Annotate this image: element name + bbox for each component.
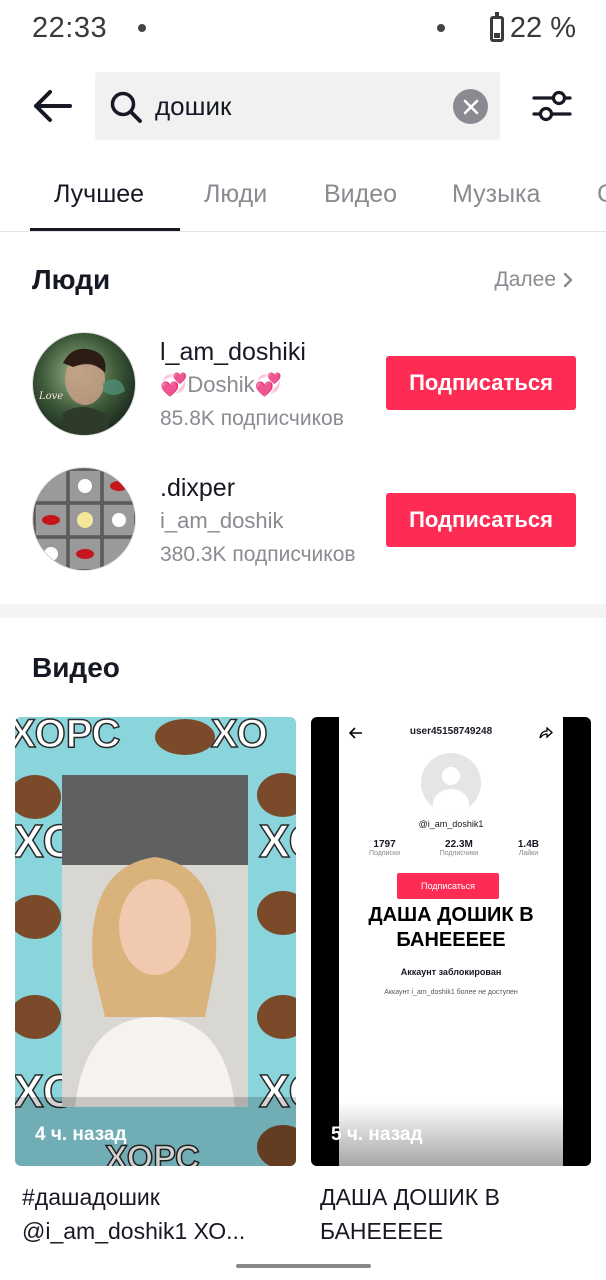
back-button[interactable]: [30, 84, 74, 128]
status-bar: 22:33 22 %: [0, 0, 606, 60]
clear-search-button[interactable]: [453, 89, 488, 124]
video-card[interactable]: user45158749248 @i_am_doshik1 1797 Подпи…: [311, 717, 591, 1166]
video-caption[interactable]: ДАША ДОШИК В БАНЕЕЕЕЕ: [320, 1180, 592, 1248]
video-timestamp: 5 ч. назад: [331, 1124, 423, 1145]
follower-count: 380.3K подписчиков: [160, 543, 356, 566]
user-result-row[interactable]: .dixper i_am_doshik 380.3K подписчиков П…: [0, 461, 606, 581]
tab-videos[interactable]: Видео: [324, 180, 397, 209]
username[interactable]: l_am_doshiki: [160, 338, 306, 367]
battery-level: 22 %: [509, 12, 576, 44]
chevron-right-icon: [563, 272, 573, 288]
stat-likes: 1.4B Лайки: [517, 839, 539, 857]
active-tab-indicator: [30, 228, 180, 231]
nickname: 💞Doshik💞: [160, 372, 283, 397]
profile-header: user45158749248: [409, 726, 493, 737]
search-icon: [110, 91, 142, 123]
share-icon: [539, 727, 553, 739]
user-result-row[interactable]: Love l_am_doshiki 💞Doshik💞 85.8K подписч…: [0, 325, 606, 445]
notification-dot-icon: [437, 24, 445, 32]
avatar-image: [34, 469, 135, 570]
video-timestamp: 4 ч. назад: [35, 1124, 127, 1145]
tab-users[interactable]: Люди: [204, 180, 267, 209]
video-thumbnail: ХОРС ХО ХО ХО ХО ХО ХОРС: [15, 717, 296, 1166]
search-query: дошик: [155, 91, 232, 121]
tab-overflow[interactable]: С: [597, 180, 606, 209]
follow-button[interactable]: Подписаться: [386, 356, 576, 410]
svg-text:ХОРС: ХОРС: [15, 717, 120, 756]
follower-count: 85.8K подписчиков: [160, 407, 344, 430]
arrow-left-icon: [34, 90, 72, 122]
close-icon: [463, 99, 478, 114]
tab-top[interactable]: Лучшее: [54, 180, 144, 209]
svg-text:Love: Love: [38, 391, 63, 402]
nickname: i_am_doshik: [160, 508, 284, 533]
username[interactable]: .dixper: [160, 474, 235, 503]
profile-follow-button: Подписаться: [397, 873, 499, 899]
avatar-image: Love: [38, 348, 125, 435]
svg-text:ХО: ХО: [211, 717, 268, 756]
videos-section-title: Видео: [32, 652, 120, 683]
blocked-label: Аккаунт заблокирован: [400, 967, 502, 977]
profile-stats: 1797 Подписки 22.3M Подписчики 1.4B Лайк…: [369, 839, 539, 857]
follow-button[interactable]: Подписаться: [386, 493, 576, 547]
people-section-title: Люди: [32, 264, 111, 295]
stat-followers: 22.3M Подписчики: [439, 839, 479, 857]
avatar[interactable]: [32, 467, 136, 571]
battery-indicator: 22 %: [489, 11, 576, 45]
tab-music[interactable]: Музыка: [452, 180, 540, 209]
notification-dot-icon: [138, 24, 146, 32]
search-tabs: Лучшее Люди Видео Музыка С: [0, 160, 606, 232]
battery-icon: [489, 11, 504, 42]
status-time: 22:33: [32, 12, 108, 44]
profile-handle: @i_am_doshik1: [418, 819, 484, 829]
search-input[interactable]: дошик: [95, 72, 500, 140]
sliders-icon: [532, 90, 572, 122]
section-divider: [0, 604, 606, 618]
svg-text:ХО: ХО: [259, 815, 296, 867]
home-indicator: [236, 1264, 371, 1268]
filter-button[interactable]: [528, 84, 576, 128]
video-thumbnail: user45158749248 @i_am_doshik1 1797 Подпи…: [339, 717, 563, 1166]
more-label: Далее: [494, 268, 556, 291]
video-card[interactable]: ХОРС ХО ХО ХО ХО ХО ХОРС 4 ч. назад: [15, 717, 296, 1166]
video-headline: ДАША ДОШИК В БАНЕЕЕЕЕ: [368, 904, 534, 951]
profile-avatar: [421, 753, 481, 813]
stat-following: 1797 Подписки: [369, 839, 401, 857]
blocked-note: Аккаунт i_am_doshik1 более не доступен: [384, 989, 518, 996]
video-caption[interactable]: #дашадошик @i_am_doshik1 ХО...: [22, 1180, 296, 1248]
avatar[interactable]: Love: [32, 332, 136, 436]
people-more-link[interactable]: Далее: [494, 268, 574, 292]
